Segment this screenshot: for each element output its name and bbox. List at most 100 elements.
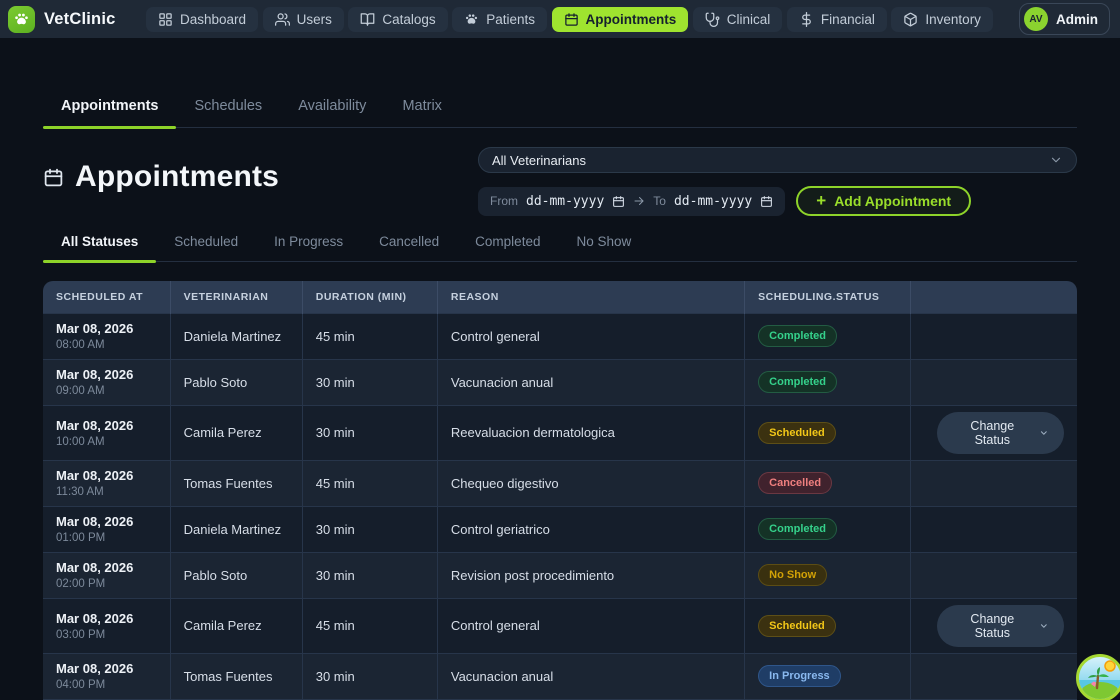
status-badge: Completed [758, 518, 837, 540]
date-range-group: From dd-mm-yyyy To dd-mm-yyyy [478, 187, 785, 216]
table-body: Mar 08, 2026 08:00 AM Daniela Martinez 4… [43, 313, 1077, 700]
scheduled-date: Mar 08, 2026 [56, 514, 157, 529]
to-date-input[interactable]: dd-mm-yyyy [674, 194, 752, 209]
nav-item-users[interactable]: Users [263, 7, 344, 32]
nav-item-inventory[interactable]: Inventory [891, 7, 993, 32]
table-row: Mar 08, 2026 02:00 PM Pablo Soto 30 min … [43, 552, 1077, 598]
calendar-icon [564, 12, 579, 27]
scheduled-date: Mar 08, 2026 [56, 367, 157, 382]
reason-cell: Reevaluacion dermatologica [437, 405, 744, 460]
nav-item-dashboard[interactable]: Dashboard [146, 7, 258, 32]
top-navbar: VetClinic Dashboard Users Catalogs Patie… [0, 0, 1120, 38]
status-badge: Completed [758, 325, 837, 347]
chevron-down-icon [1049, 153, 1063, 167]
col-reason: REASON [437, 281, 744, 313]
tab-schedules[interactable]: Schedules [176, 88, 280, 127]
calendar-picker-icon[interactable] [760, 195, 773, 208]
table-row: Mar 08, 2026 01:00 PM Daniela Martinez 3… [43, 506, 1077, 552]
reason-cell: Revision post procedimiento [437, 552, 744, 598]
duration-cell: 30 min [302, 359, 437, 405]
col-status: SCHEDULING.STATUS [745, 281, 911, 313]
table-row: Mar 08, 2026 03:00 PM Camila Perez 45 mi… [43, 598, 1077, 653]
duration-cell: 45 min [302, 460, 437, 506]
col-duration: DURATION (MIN) [302, 281, 437, 313]
nav-item-financial[interactable]: Financial [787, 7, 887, 32]
change-status-button[interactable]: Change Status [937, 605, 1064, 647]
chevron-down-icon [1039, 621, 1049, 631]
tropical-island-badge[interactable] [1076, 654, 1120, 700]
from-date-input[interactable]: dd-mm-yyyy [526, 194, 604, 209]
chevron-down-icon [1039, 428, 1049, 438]
reason-cell: Control general [437, 313, 744, 359]
package-icon [903, 12, 918, 27]
table-row: Mar 08, 2026 09:00 AM Pablo Soto 30 min … [43, 359, 1077, 405]
veterinarian-cell: Daniela Martinez [170, 506, 302, 552]
table-header-row: SCHEDULED AT VETERINARIAN DURATION (MIN)… [43, 281, 1077, 313]
scheduled-date: Mar 08, 2026 [56, 611, 157, 626]
nav-item-clinical[interactable]: Clinical [693, 7, 783, 32]
to-label: To [653, 194, 666, 208]
scheduled-date: Mar 08, 2026 [56, 418, 157, 433]
status-badge: Cancelled [758, 472, 832, 494]
status-tab-all[interactable]: All Statuses [43, 225, 156, 261]
appointments-table: SCHEDULED AT VETERINARIAN DURATION (MIN)… [43, 281, 1077, 700]
change-status-button[interactable]: Change Status [937, 412, 1064, 454]
tab-appointments[interactable]: Appointments [43, 88, 176, 127]
status-badge: Completed [758, 371, 837, 393]
reason-cell: Vacunacion anual [437, 359, 744, 405]
status-tab-no-show[interactable]: No Show [558, 225, 649, 261]
veterinarian-select[interactable]: All Veterinarians [478, 147, 1077, 173]
nav-item-catalogs[interactable]: Catalogs [348, 7, 447, 32]
brand-name: VetClinic [44, 10, 116, 29]
table-row: Mar 08, 2026 04:00 PM Tomas Fuentes 30 m… [43, 653, 1077, 699]
paw-icon [464, 12, 479, 27]
admin-menu[interactable]: AV Admin [1019, 3, 1110, 35]
duration-cell: 45 min [302, 313, 437, 359]
table-row: Mar 08, 2026 10:00 AM Camila Perez 30 mi… [43, 405, 1077, 460]
duration-cell: 30 min [302, 653, 437, 699]
status-badge: Scheduled [758, 422, 836, 444]
status-tab-completed[interactable]: Completed [457, 225, 558, 261]
veterinarian-cell: Pablo Soto [170, 359, 302, 405]
users-icon [275, 12, 290, 27]
scheduled-date: Mar 08, 2026 [56, 560, 157, 575]
module-tabs: Appointments Schedules Availability Matr… [43, 88, 1077, 128]
reason-cell: Control geriatrico [437, 506, 744, 552]
veterinarian-cell: Daniela Martinez [170, 313, 302, 359]
table-row: Mar 08, 2026 08:00 AM Daniela Martinez 4… [43, 313, 1077, 359]
col-actions [911, 281, 1077, 313]
duration-cell: 30 min [302, 552, 437, 598]
nav-item-appointments[interactable]: Appointments [552, 7, 689, 32]
status-tab-cancelled[interactable]: Cancelled [361, 225, 457, 261]
calendar-picker-icon[interactable] [612, 195, 625, 208]
tab-availability[interactable]: Availability [280, 88, 384, 127]
page-title: Appointments [75, 160, 279, 194]
add-appointment-button[interactable]: + Add Appointment [796, 186, 971, 216]
status-tab-scheduled[interactable]: Scheduled [156, 225, 256, 261]
tab-matrix[interactable]: Matrix [384, 88, 459, 127]
veterinarian-cell: Tomas Fuentes [170, 653, 302, 699]
brand[interactable]: VetClinic [8, 6, 134, 33]
scheduled-time: 04:00 PM [56, 679, 157, 691]
nav-items: Dashboard Users Catalogs Patients Appoin… [138, 7, 1015, 32]
col-veterinarian: VETERINARIAN [170, 281, 302, 313]
nav-item-patients[interactable]: Patients [452, 7, 547, 32]
scheduled-time: 09:00 AM [56, 385, 157, 397]
scheduled-time: 01:00 PM [56, 532, 157, 544]
status-badge: Scheduled [758, 615, 836, 637]
scheduled-date: Mar 08, 2026 [56, 661, 157, 676]
reason-cell: Chequeo digestivo [437, 460, 744, 506]
scheduled-time: 11:30 AM [56, 486, 157, 498]
duration-cell: 30 min [302, 405, 437, 460]
calendar-icon [43, 167, 64, 188]
book-icon [360, 12, 375, 27]
table-row: Mar 08, 2026 11:30 AM Tomas Fuentes 45 m… [43, 460, 1077, 506]
paw-logo-icon [8, 6, 35, 33]
veterinarian-cell: Camila Perez [170, 405, 302, 460]
status-badge: In Progress [758, 665, 841, 687]
stethoscope-icon [705, 12, 720, 27]
status-tab-in-progress[interactable]: In Progress [256, 225, 361, 261]
veterinarian-cell: Tomas Fuentes [170, 460, 302, 506]
grid-icon [158, 12, 173, 27]
status-badge: No Show [758, 564, 827, 586]
